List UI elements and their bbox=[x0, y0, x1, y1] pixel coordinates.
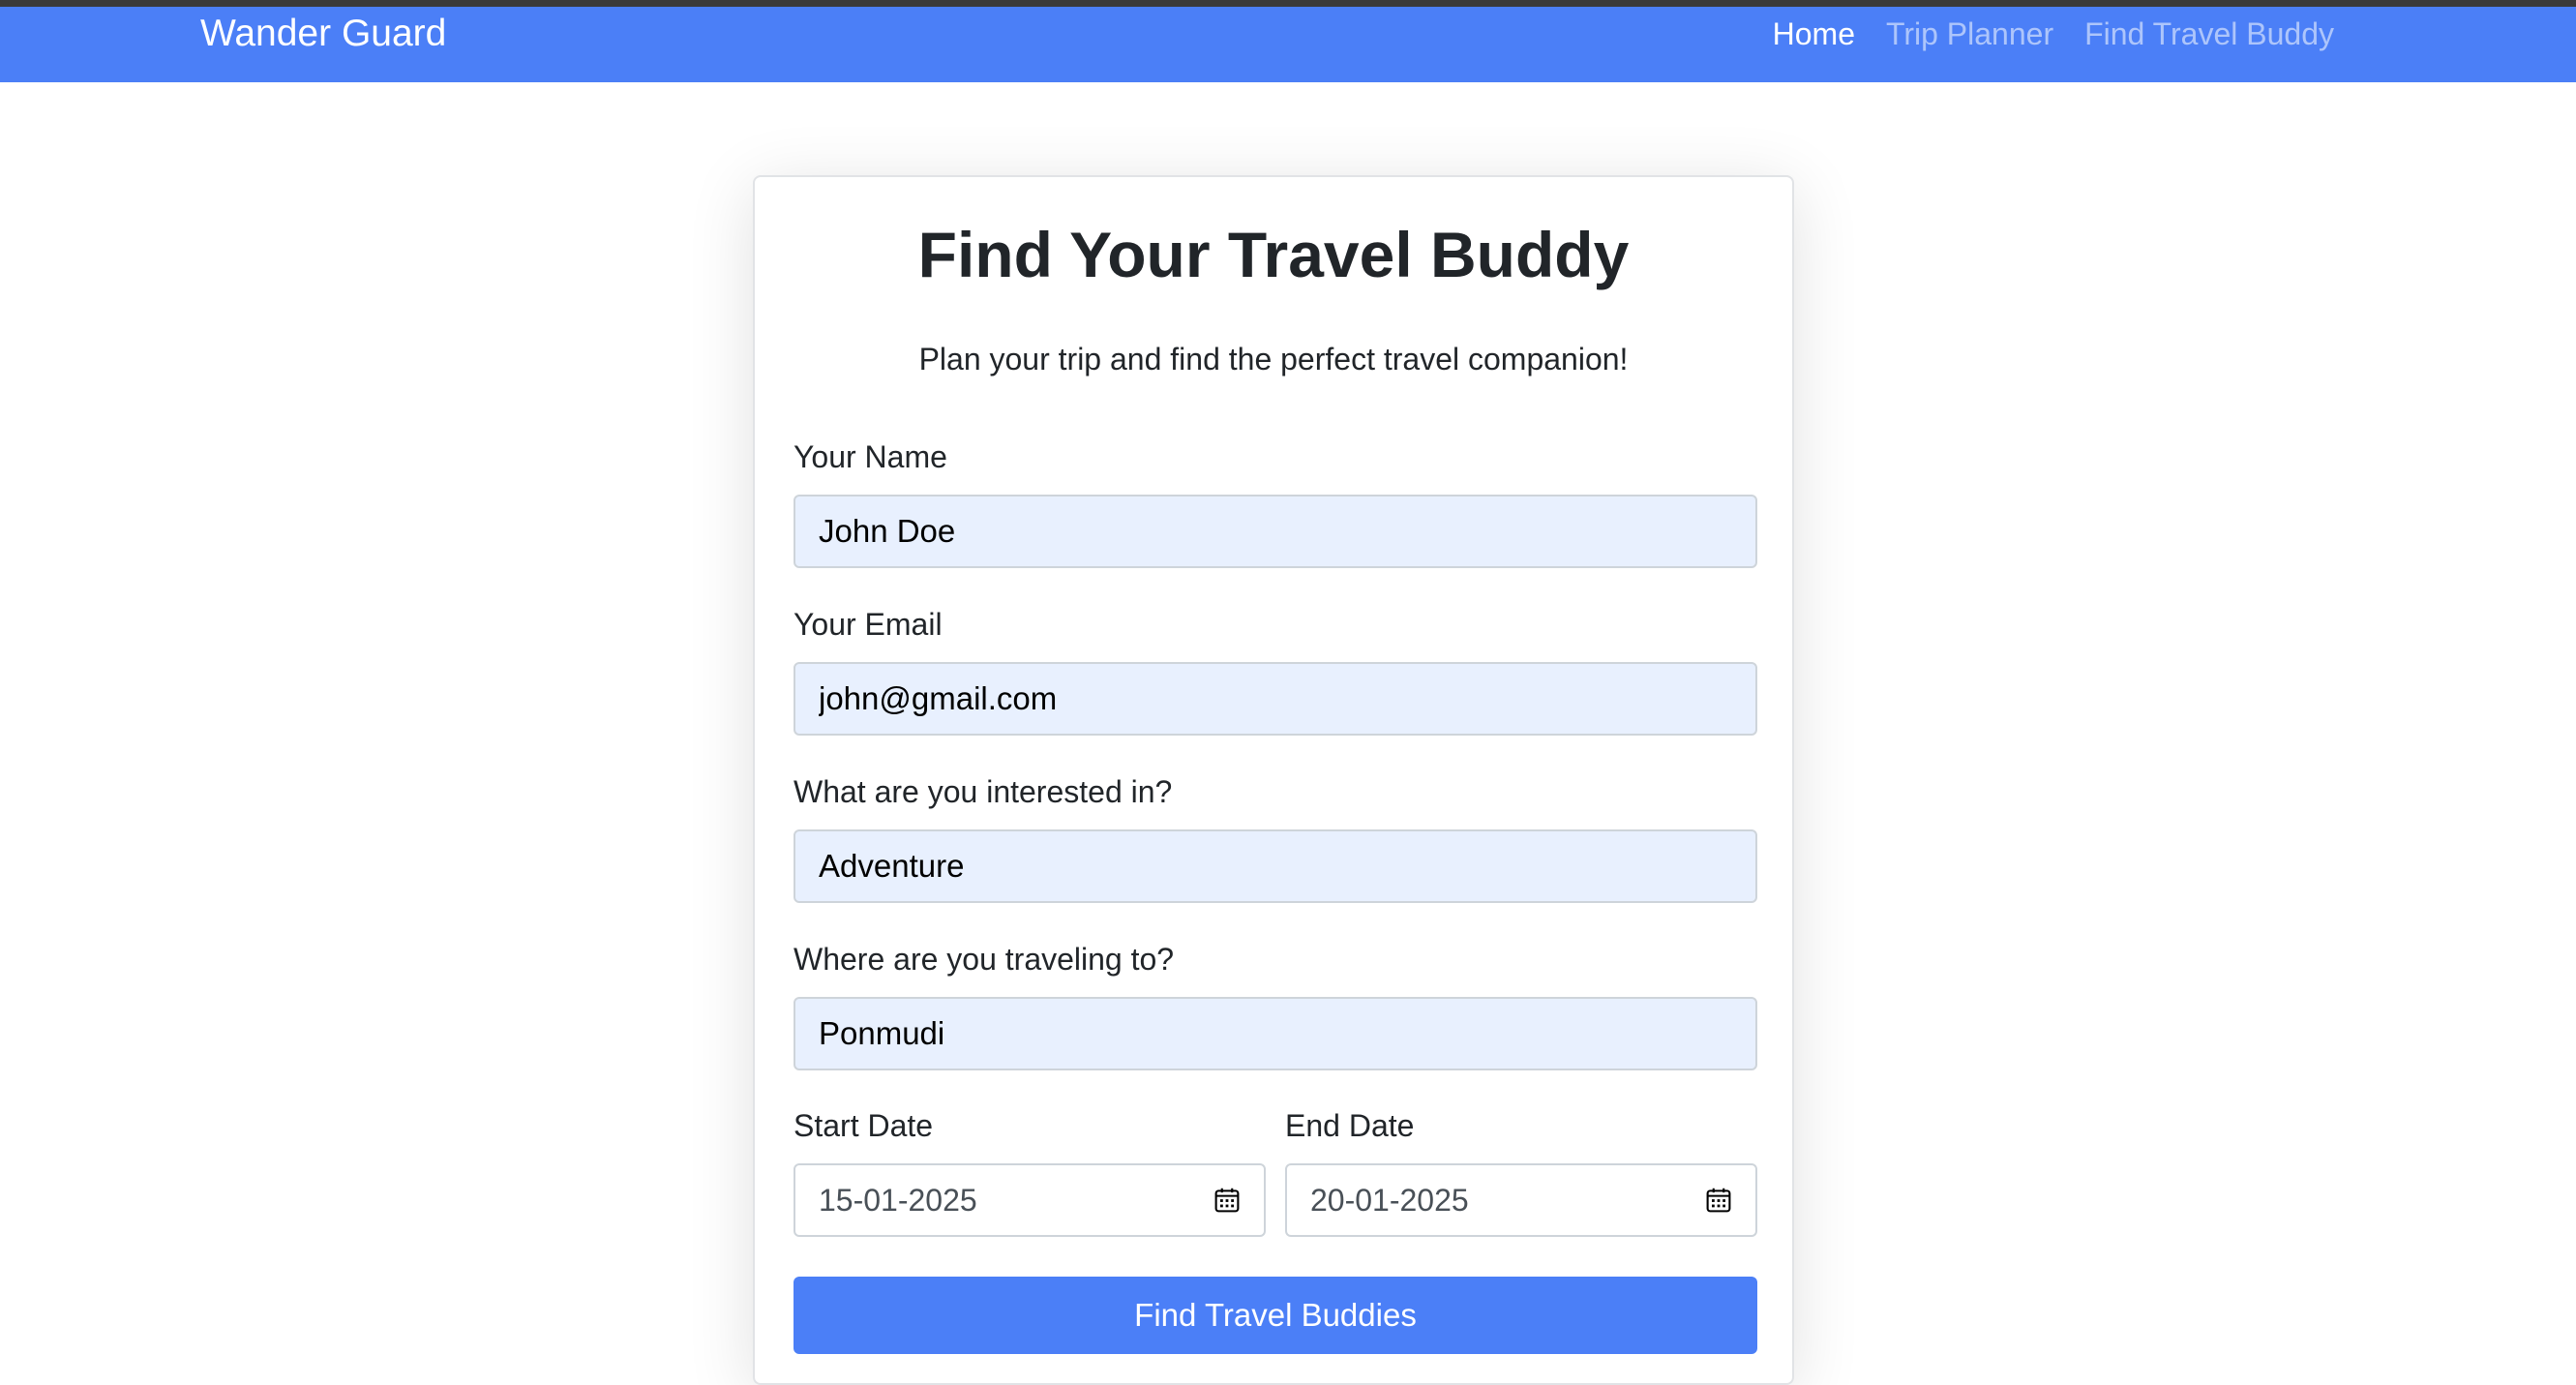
destination-label: Where are you traveling to? bbox=[794, 942, 1175, 977]
find-travel-buddies-button[interactable]: Find Travel Buddies bbox=[794, 1277, 1757, 1354]
interest-label: What are you interested in? bbox=[794, 774, 1173, 809]
start-date-value: 15-01-2025 bbox=[819, 1182, 977, 1218]
name-label: Your Name bbox=[794, 439, 947, 474]
interest-input[interactable] bbox=[794, 829, 1757, 903]
form-subtitle: Plan your trip and find the perfect trav… bbox=[918, 342, 1629, 376]
travel-buddy-form-card: Find Your Travel Buddy Plan your trip an… bbox=[753, 175, 1794, 1385]
name-input[interactable] bbox=[794, 495, 1757, 568]
calendar-icon[interactable] bbox=[1705, 1187, 1732, 1214]
brand-logo-link[interactable]: Wander Guard bbox=[200, 10, 446, 58]
start-date-label: Start Date bbox=[794, 1108, 934, 1143]
nav-link-home[interactable]: Home bbox=[1773, 10, 1855, 58]
email-label: Your Email bbox=[794, 607, 943, 642]
calendar-icon[interactable] bbox=[1213, 1187, 1241, 1214]
nav-link-trip-planner[interactable]: Trip Planner bbox=[1886, 10, 2053, 58]
top-border bbox=[0, 0, 2576, 7]
navbar: Wander Guard Home Trip Planner Find Trav… bbox=[0, 7, 2576, 82]
end-date-label: End Date bbox=[1285, 1108, 1415, 1143]
destination-input[interactable] bbox=[794, 997, 1757, 1070]
end-date-input[interactable]: 20-01-2025 bbox=[1285, 1163, 1757, 1237]
nav-links: Home Trip Planner Find Travel Buddy bbox=[1773, 10, 2334, 58]
nav-link-find-travel-buddy[interactable]: Find Travel Buddy bbox=[2084, 10, 2334, 58]
start-date-input[interactable]: 15-01-2025 bbox=[794, 1163, 1266, 1237]
email-input[interactable] bbox=[794, 662, 1757, 736]
end-date-value: 20-01-2025 bbox=[1310, 1182, 1469, 1218]
form-title: Find Your Travel Buddy bbox=[917, 219, 1630, 290]
